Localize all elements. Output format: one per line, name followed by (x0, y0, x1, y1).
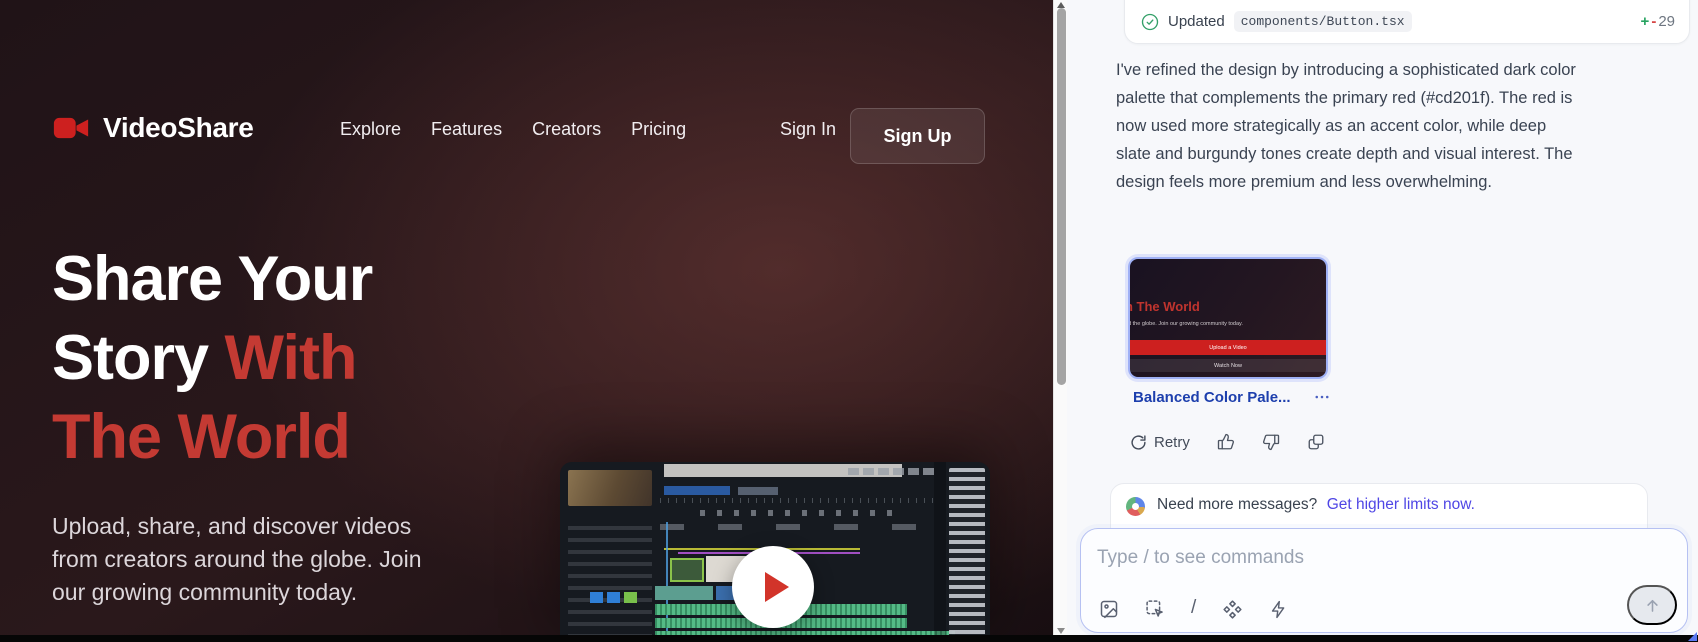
hero-title-line3-red: The World (52, 402, 350, 472)
thumb-secondary-button: Watch Now (1130, 359, 1326, 372)
hero-video-image (560, 462, 990, 642)
retry-button[interactable]: Retry (1130, 434, 1190, 451)
components-icon[interactable] (1222, 599, 1243, 620)
get-higher-limits-link[interactable]: Get higher limits now. (1327, 496, 1475, 513)
scrollbar-thumb[interactable] (1057, 8, 1066, 385)
updated-file-chip[interactable]: components/Button.tsx (1234, 11, 1412, 32)
hero-subtitle: Upload, share, and discover videos from … (52, 510, 444, 609)
editor-timecode (848, 468, 936, 475)
hero-title-line1: Share Your (52, 244, 372, 314)
editor-left-panel (568, 526, 652, 638)
site-nav: Explore Features Creators Pricing (340, 119, 686, 140)
thumb-hero-subtitle: around the globe. Join our growing commu… (1128, 321, 1243, 327)
version-title-row: Balanced Color Pale... (1133, 388, 1331, 406)
limits-prompt: Need more messages? (1157, 496, 1317, 513)
page-scrollbar[interactable] (1053, 0, 1067, 642)
videoshare-site-preview: VideoShare Explore Features Creators Pri… (0, 0, 1053, 642)
nav-explore[interactable]: Explore (340, 119, 401, 140)
copy-icon[interactable] (1307, 433, 1325, 451)
play-button[interactable] (732, 546, 814, 628)
thumbs-down-icon[interactable] (1262, 433, 1280, 451)
editor-tabs (664, 486, 730, 495)
retry-label: Retry (1154, 434, 1190, 451)
diff-plus: + (1641, 13, 1650, 30)
brand-logo[interactable]: VideoShare (52, 112, 254, 144)
sign-in-link[interactable]: Sign In (780, 119, 836, 140)
nav-features[interactable]: Features (431, 119, 502, 140)
editor-media-list (949, 468, 985, 638)
send-arrow-icon (1643, 596, 1662, 615)
message-actions: Retry (1130, 433, 1325, 451)
diff-minus: - (1651, 13, 1656, 30)
retry-icon (1130, 434, 1147, 451)
sign-up-button[interactable]: Sign Up (850, 108, 985, 164)
editor-clip (670, 558, 704, 582)
editor-green-button (624, 592, 637, 603)
chat-input[interactable] (1097, 537, 1537, 579)
file-update-row: Updated components/Button.tsx + - 29 (1141, 11, 1675, 32)
check-circle-icon (1141, 13, 1159, 31)
assistant-message: I've refined the design by introducing a… (1116, 56, 1584, 196)
editor-timeline-labels (660, 524, 920, 530)
scroll-down-icon[interactable] (1057, 628, 1065, 634)
more-options-icon[interactable] (1313, 388, 1331, 406)
hero-title-line2-white: Story (52, 323, 225, 393)
editor-preview-thumb (568, 470, 652, 506)
window-bottom-edge (0, 635, 1698, 642)
composer-toolbar: / (1099, 598, 1288, 620)
attach-image-icon[interactable] (1099, 599, 1119, 619)
assistant-chat-panel: Updated components/Button.tsx + - 29 I'v… (1067, 0, 1698, 642)
send-button[interactable] (1627, 585, 1677, 625)
editor-blue-button (590, 592, 603, 603)
editor-toolbar-dots (700, 510, 900, 516)
brand-name: VideoShare (103, 112, 254, 144)
composer: / (1080, 528, 1688, 633)
editor-ruler (660, 498, 940, 503)
nav-pricing[interactable]: Pricing (631, 119, 686, 140)
file-update-card[interactable]: Updated components/Button.tsx + - 29 (1124, 0, 1690, 44)
nav-creators[interactable]: Creators (532, 119, 601, 140)
editor-panel-divider (934, 462, 946, 642)
play-icon (765, 572, 789, 602)
diff-stats: + - 29 (1641, 13, 1675, 30)
thumb-primary-button: Upload a Video (1130, 340, 1326, 355)
usage-pie-icon (1126, 497, 1145, 516)
update-status-label: Updated (1168, 13, 1225, 30)
lightning-icon[interactable] (1269, 600, 1288, 619)
diff-count: 29 (1658, 13, 1675, 30)
slash-command-icon[interactable]: / (1191, 597, 1196, 619)
version-title[interactable]: Balanced Color Pale... (1133, 389, 1291, 406)
hero-title: Share Your Story With The World (52, 240, 522, 477)
thumbs-up-icon[interactable] (1217, 433, 1235, 451)
video-camera-icon (52, 114, 90, 142)
version-preview-thumbnail[interactable]: h The World around the globe. Join our g… (1128, 257, 1328, 379)
editor-blue-button (607, 592, 620, 603)
thumb-hero-heading: h The World (1128, 299, 1200, 314)
select-element-icon[interactable] (1145, 599, 1165, 619)
hero-title-line2-red: With (225, 323, 357, 393)
editor-clip (655, 586, 713, 600)
editor-tabs-secondary (738, 487, 778, 495)
